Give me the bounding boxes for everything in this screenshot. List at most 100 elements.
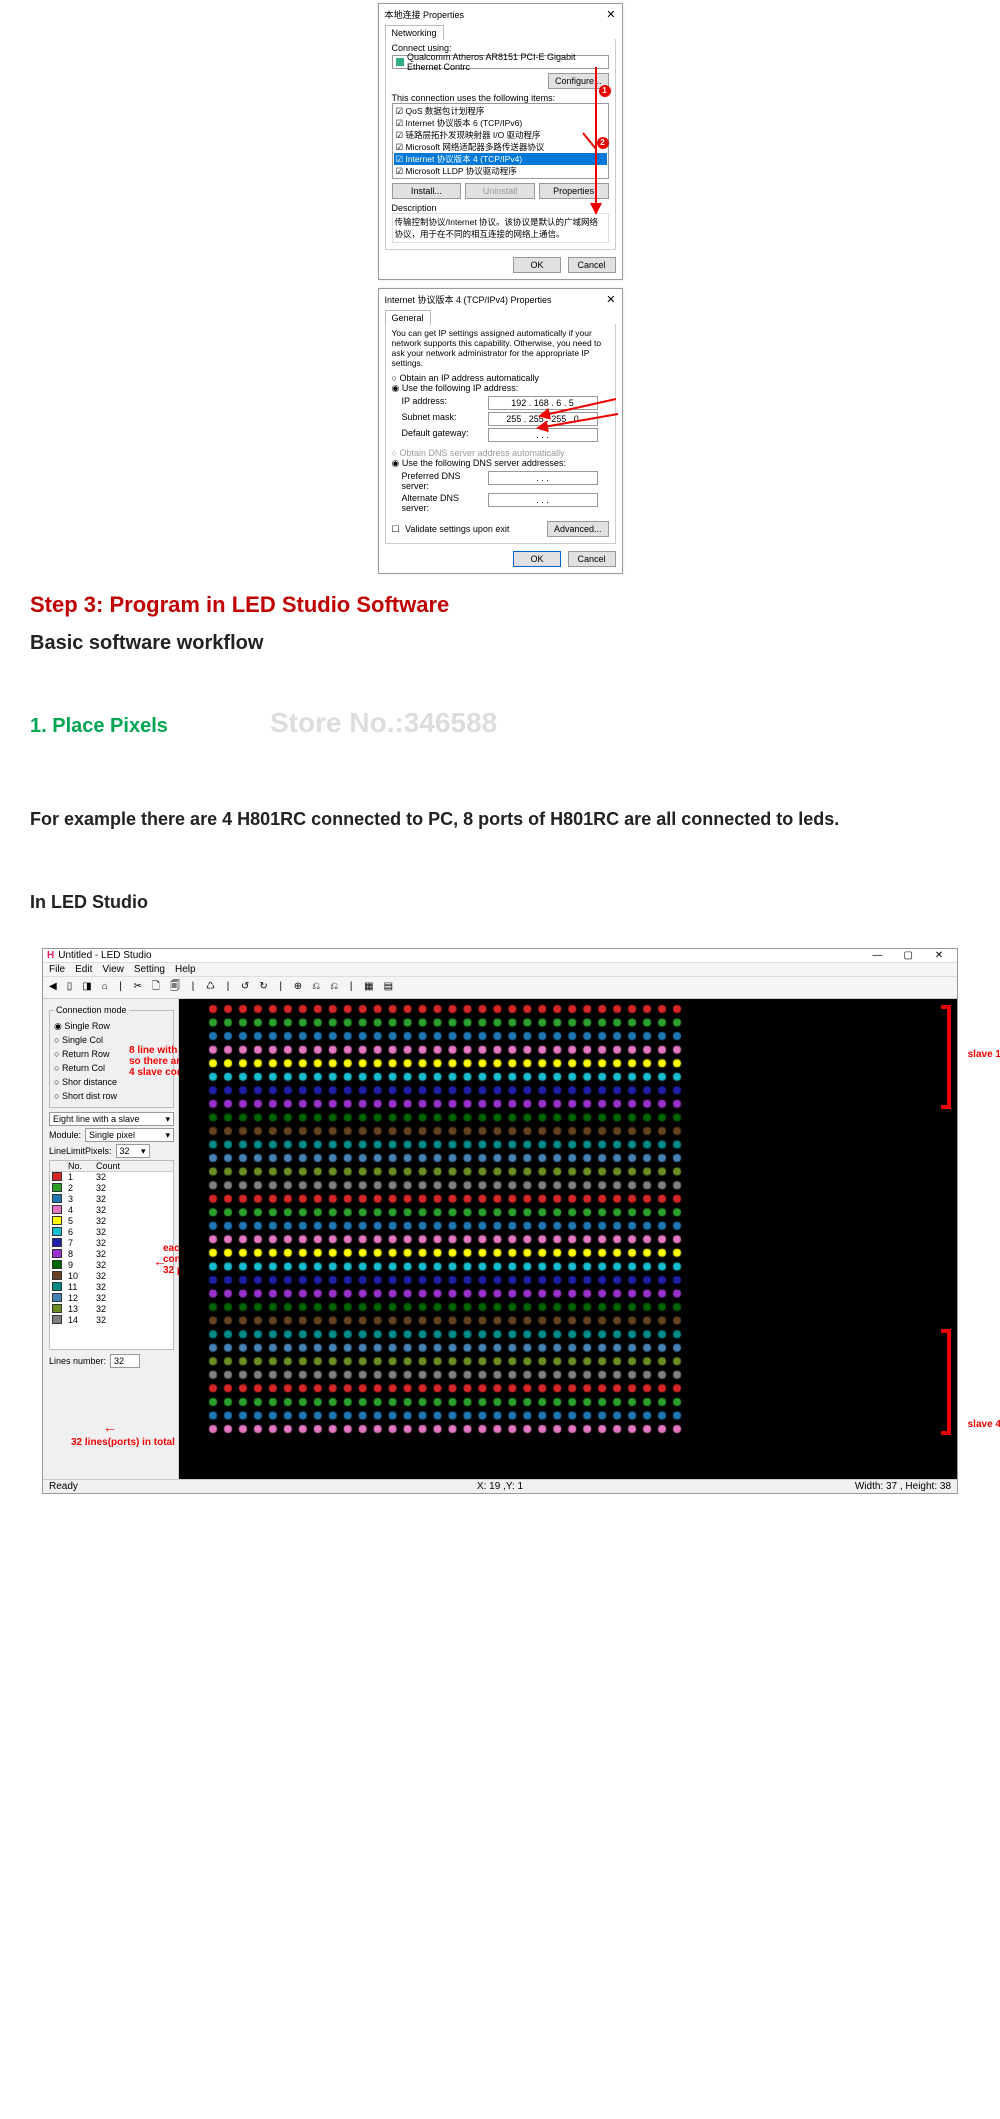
row-count: 32	[94, 1271, 173, 1282]
table-row[interactable]: 132	[50, 1172, 173, 1183]
row-count: 32	[94, 1194, 173, 1205]
status-bar: Ready X: 19 ,Y: 1 Width: 37 , Height: 38	[43, 1479, 957, 1493]
ip-address-input[interactable]: 192 . 168 . 6 . 5	[488, 396, 598, 410]
description-text: 传输控制协议/Internet 协议。该协议是默认的广域网络协议，用于在不同的相…	[392, 213, 609, 243]
led-studio-window: H Untitled - LED Studio — ▢ ✕ FileEditVi…	[42, 948, 958, 1494]
row-color-swatch	[52, 1271, 62, 1280]
table-row[interactable]: 632	[50, 1227, 173, 1238]
row-number: 2	[66, 1183, 94, 1194]
ok-button[interactable]: OK	[513, 257, 561, 273]
menu-item-edit[interactable]: Edit	[75, 964, 92, 975]
row-count: 32	[94, 1304, 173, 1315]
table-row[interactable]: 1332	[50, 1304, 173, 1315]
mode-return-col[interactable]: Return Col	[54, 1061, 169, 1075]
preferred-dns-input[interactable]: . . .	[488, 471, 598, 485]
cancel-button[interactable]: Cancel	[568, 551, 616, 567]
watermark-text: Store No.:346588	[270, 707, 497, 739]
cancel-button[interactable]: Cancel	[568, 257, 616, 273]
radio-obtain-ip-auto[interactable]: Obtain an IP address automatically	[392, 373, 609, 383]
status-ready: Ready	[49, 1481, 350, 1492]
network-item[interactable]: Microsoft 网络适配器多路传送器协议	[394, 141, 607, 153]
bracket-slave1-icon	[943, 1005, 951, 1109]
network-item[interactable]: Internet 协议版本 4 (TCP/IPv4)	[394, 153, 607, 165]
advanced-button[interactable]: Advanced...	[547, 521, 609, 537]
ok-button[interactable]: OK	[513, 551, 561, 567]
row-count: 32	[94, 1238, 173, 1249]
dialog1-title: 本地连接 Properties	[385, 8, 465, 21]
tab-networking[interactable]: Networking	[385, 25, 444, 40]
maximize-icon[interactable]: ▢	[894, 950, 922, 961]
row-number: 13	[66, 1304, 94, 1315]
close-icon[interactable]: ✕	[606, 8, 615, 21]
bracket-slave4-icon	[943, 1329, 951, 1435]
table-row[interactable]: 332	[50, 1194, 173, 1205]
linelimit-input[interactable]: 32▾	[116, 1144, 150, 1158]
row-color-swatch	[52, 1282, 62, 1291]
network-item[interactable]: Microsoft LLDP 协议驱动程序	[394, 165, 607, 177]
row-color-swatch	[52, 1249, 62, 1258]
radio-obtain-dns-auto: Obtain DNS server address automatically	[392, 448, 609, 458]
table-row[interactable]: 432	[50, 1205, 173, 1216]
table-header-no: No.	[66, 1161, 94, 1171]
module-dropdown[interactable]: Single pixel▾	[85, 1128, 174, 1142]
mode-single-col[interactable]: Single Col	[54, 1033, 169, 1047]
table-row[interactable]: 1432	[50, 1315, 173, 1326]
alt-dns-input[interactable]: . . .	[488, 493, 598, 507]
menu-item-view[interactable]: View	[102, 964, 124, 975]
network-item[interactable]: 链路层拓扑发现响应程序	[394, 177, 607, 179]
network-item[interactable]: QoS 数据包计划程序	[394, 105, 607, 117]
network-item[interactable]: Internet 协议版本 6 (TCP/IPv6)	[394, 117, 607, 129]
annotation-badge-1: 1	[599, 85, 611, 97]
table-row[interactable]: 1032	[50, 1271, 173, 1282]
menu-item-file[interactable]: File	[49, 964, 65, 975]
lines-number-input[interactable]: 32	[110, 1354, 140, 1368]
tab-general[interactable]: General	[385, 310, 431, 325]
radio-use-following-ip[interactable]: Use the following IP address:	[392, 383, 609, 394]
mode-single-row[interactable]: Single Row	[54, 1019, 169, 1033]
row-color-swatch	[52, 1194, 62, 1203]
validate-settings-checkbox[interactable]: ☐ Validate settings upon exit	[392, 524, 510, 535]
table-row[interactable]: 1132	[50, 1282, 173, 1293]
lines-number-label: Lines number:	[49, 1356, 106, 1366]
close-icon[interactable]: ✕	[606, 293, 615, 306]
row-number: 10	[66, 1271, 94, 1282]
row-color-swatch	[52, 1315, 62, 1324]
slave-lines-dropdown[interactable]: Eight line with a slave▾	[49, 1112, 174, 1126]
mode-return-row[interactable]: Return Row	[54, 1047, 169, 1061]
table-row[interactable]: 732	[50, 1238, 173, 1249]
network-item[interactable]: 链路层拓扑发现映射器 I/O 驱动程序	[394, 129, 607, 141]
minimize-icon[interactable]: —	[863, 950, 891, 961]
row-number: 1	[66, 1172, 94, 1183]
radio-use-following-dns[interactable]: Use the following DNS server addresses:	[392, 458, 609, 469]
row-count: 32	[94, 1293, 173, 1304]
table-row[interactable]: 232	[50, 1183, 173, 1194]
items-label: This connection uses the following items…	[392, 93, 609, 103]
ipv4-properties-dialog: Internet 协议版本 4 (TCP/IPv4) Properties ✕ …	[378, 288, 623, 574]
menu-bar: File Edit View Setting Help	[43, 962, 957, 977]
app-title: Untitled - LED Studio	[58, 950, 151, 961]
subnet-mask-input[interactable]: 255 . 255 . 255 . 0	[488, 412, 598, 426]
ipv4-intro-text: You can get IP settings assigned automat…	[392, 328, 609, 368]
pixel-canvas-area[interactable]: slave 1 slave 4	[179, 999, 957, 1479]
sidebar: Connection mode Single RowSingle ColRetu…	[43, 999, 179, 1479]
row-color-swatch	[52, 1238, 62, 1247]
install-button[interactable]: Install...	[392, 183, 462, 199]
description-heading: Description	[392, 203, 609, 213]
connection-items-list[interactable]: QoS 数据包计划程序Internet 协议版本 6 (TCP/IPv6)链路层…	[392, 103, 609, 179]
sub-heading: Basic software workflow	[30, 632, 970, 655]
menu-item-setting[interactable]: Setting	[134, 964, 165, 975]
default-gateway-input[interactable]: . . .	[488, 428, 598, 442]
toolbar[interactable]: ◀ ▯ ◨ ⌂ | ✂ 🗋 🗐 | ♺ | ↺ ↻ | ⊕ ⎌ ⎌ | ▦ ▤	[43, 977, 957, 999]
row-color-swatch	[52, 1227, 62, 1236]
connection-mode-legend: Connection mode	[54, 1005, 129, 1015]
menu-item-help[interactable]: Help	[175, 964, 196, 975]
row-color-swatch	[52, 1172, 62, 1181]
table-row[interactable]: 1232	[50, 1293, 173, 1304]
row-number: 6	[66, 1227, 94, 1238]
properties-button[interactable]: Properties	[539, 183, 609, 199]
table-row[interactable]: 532	[50, 1216, 173, 1227]
close-icon[interactable]: ✕	[925, 950, 953, 961]
mode-shor-distance[interactable]: Shor distance	[54, 1075, 169, 1089]
paragraph-led-studio: In LED Studio	[30, 881, 970, 924]
mode-short-dist-row[interactable]: Short dist row	[54, 1089, 169, 1103]
